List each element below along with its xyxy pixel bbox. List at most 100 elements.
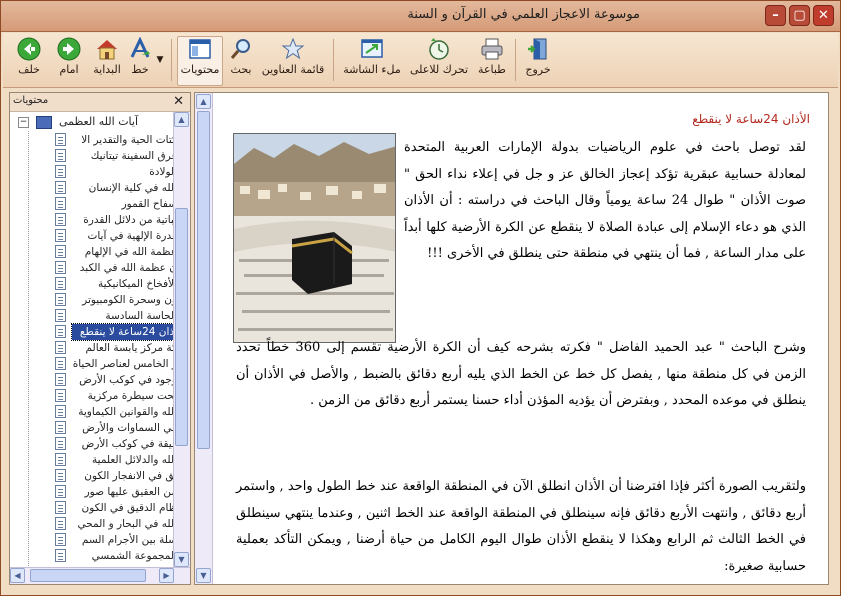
move-up-button[interactable]: تحرك للاعلى — [407, 37, 471, 85]
forward-button[interactable]: امام — [51, 37, 87, 85]
tree-item[interactable]: الله والدلائل العلمية — [52, 452, 174, 468]
contents-pane-header: محتويات ✕ — [10, 93, 190, 112]
scroll-left-arrow-icon[interactable]: ◀ — [10, 568, 25, 583]
page-icon — [55, 293, 66, 306]
tree-item[interactable]: سلة بين الأجرام السم — [52, 532, 174, 548]
contents-vertical-scrollbar[interactable]: ▲ ▼ — [173, 112, 190, 567]
tree-root[interactable]: − آيات الله العظمى — [18, 115, 138, 131]
home-button[interactable]: البداية — [89, 37, 125, 85]
tree-item-label: كة مركز يابسة العالم — [85, 342, 174, 354]
minimize-button[interactable]: – — [765, 5, 786, 26]
search-button[interactable]: بحث — [225, 37, 257, 85]
pane-close-icon[interactable]: ✕ — [173, 94, 184, 109]
tree-root-label: آيات الله العظمى — [59, 115, 139, 128]
tree-item[interactable]: عظمة الله في الإلهام — [52, 244, 174, 260]
print-label: طباعة — [478, 63, 506, 76]
home-icon — [97, 40, 117, 60]
tree-item[interactable]: ر الخامس لعناصر الحياة — [52, 356, 174, 372]
tree-item[interactable]: الأفخاخ الميكانيكية — [52, 276, 174, 292]
home-label: البداية — [93, 63, 121, 76]
kaaba-image — [234, 134, 395, 342]
page-icon — [55, 373, 66, 386]
scroll-thumb[interactable] — [175, 208, 188, 446]
tree-item[interactable]: أذان 24ساعة لا ينقطع — [52, 323, 174, 341]
tree-item-label: الأفخاخ الميكانيكية — [97, 278, 174, 290]
page-icon — [55, 357, 66, 370]
back-button[interactable]: خلف — [11, 37, 47, 85]
tree-item[interactable]: قيقة في كوكب الأرض — [52, 436, 174, 452]
tree-item[interactable]: من العقيق عليها صور — [52, 484, 174, 500]
scroll-thumb[interactable] — [30, 569, 146, 582]
scroll-up-arrow-icon[interactable]: ▲ — [196, 94, 211, 109]
page-icon — [55, 197, 66, 210]
contents-label: محتويات — [180, 63, 220, 76]
toolbar-divider — [171, 39, 172, 81]
search-label: بحث — [230, 63, 252, 76]
scroll-right-arrow-icon[interactable]: ▶ — [159, 568, 174, 583]
page-icon — [55, 261, 66, 274]
print-button[interactable]: طباعة — [475, 37, 509, 85]
move-up-label: تحرك للاعلى — [409, 63, 469, 76]
article-paragraph: وشرح الباحث " عبد الحميد الفاضل " فكرته … — [236, 340, 806, 408]
tree-item-label: غرق السفينة تيتانيك — [90, 150, 174, 162]
close-button[interactable]: ✕ — [813, 5, 834, 26]
font-button[interactable]: خط — [127, 37, 153, 85]
scroll-down-arrow-icon[interactable]: ▼ — [174, 552, 189, 567]
tree-item[interactable]: ن عظمة الله في الكبد — [52, 260, 174, 276]
tree-item-label: الحاسة السادسة — [105, 310, 174, 322]
scroll-up-arrow-icon[interactable]: ▲ — [174, 112, 189, 127]
maximize-button[interactable]: ▢ — [789, 5, 810, 26]
tree-item[interactable]: الله في كلية الإنسان — [52, 180, 174, 196]
scroll-down-arrow-icon[interactable]: ▼ — [196, 568, 211, 583]
exit-button[interactable]: خروج — [521, 37, 555, 85]
title-bar[interactable]: موسوعة الاعجاز العلمي في القرآن و السنة … — [1, 1, 840, 32]
tree-item[interactable]: الله والقوانين الكيماوية — [52, 404, 174, 420]
tree-item[interactable]: ظام الدقيق في الكون — [52, 500, 174, 516]
tree-item[interactable]: سفاح القمور — [52, 196, 174, 212]
article-pane: ▲ ▼ الأذان 24ساعة لا ينقطع لقد توصل باحث… — [194, 92, 829, 585]
page-icon — [55, 405, 66, 418]
tree-item[interactable]: ون وسحرة الكومبيوتر — [52, 292, 174, 308]
back-label: خلف — [18, 63, 40, 76]
tree-item-label: سفاح القمور — [121, 198, 174, 210]
tree-item[interactable]: قدرة الإلهية في آيات — [52, 228, 174, 244]
scroll-thumb[interactable] — [197, 111, 210, 449]
fullscreen-button[interactable]: ملء الشاشة — [341, 37, 403, 85]
tree-item-label: ظام الدقيق في الكون — [81, 502, 174, 514]
page-icon — [55, 165, 66, 178]
titles-list-button[interactable]: قائمة العناوين — [259, 37, 327, 85]
page-icon — [55, 421, 66, 434]
article-vertical-scrollbar[interactable]: ▲ ▼ — [195, 93, 213, 584]
tree-item[interactable]: المجموعة الشمسي — [52, 548, 174, 564]
tree-item[interactable]: الله في البحار و المحي — [52, 516, 174, 532]
tree-item-label: ون وسحرة الكومبيوتر — [82, 294, 174, 306]
tree-item-label: قدرة الإلهية في آيات — [87, 230, 174, 242]
tree-item[interactable]: تباتية من دلائل القدرة — [52, 212, 174, 228]
tree-item[interactable]: وجود في كوكب الأرض — [52, 372, 174, 388]
page-icon — [55, 149, 66, 162]
tree-item[interactable]: كتات الحية والتقدير الا — [52, 132, 174, 148]
tree-item[interactable]: تحت سيطرة مركزية — [52, 388, 174, 404]
contents-pane-title: محتويات — [13, 95, 49, 106]
fullscreen-label: ملء الشاشة — [343, 63, 401, 76]
tree-item-label: الولادة — [149, 166, 174, 178]
tree-item[interactable]: الحاسة السادسة — [52, 308, 174, 324]
fullscreen-icon — [361, 39, 383, 58]
collapse-icon[interactable]: − — [18, 116, 29, 128]
contents-horizontal-scrollbar[interactable]: ◀ ▶ — [10, 567, 190, 584]
tree-item[interactable]: في السماوات والأرض — [52, 420, 174, 436]
toolbar: خلف امام البداية خط ▼ محتويات بحث قائمة … — [3, 33, 838, 88]
tree-item-label: أذان 24ساعة لا ينقطع — [71, 323, 174, 341]
tree-item[interactable]: غرق السفينة تيتانيك — [52, 148, 174, 164]
exit-label: خروج — [525, 63, 551, 76]
contents-button[interactable]: محتويات — [177, 36, 223, 86]
article-paragraph: ولتقريب الصورة أكثر فإذا افترضنا أن الأذ… — [236, 479, 806, 574]
tree-item-label: تحت سيطرة مركزية — [87, 390, 174, 402]
tree-item[interactable]: كة مركز يابسة العالم — [52, 340, 174, 356]
page-icon — [55, 213, 66, 226]
tree-item[interactable]: يق في الانفجار الكون — [52, 468, 174, 484]
page-icon — [55, 133, 66, 146]
page-icon — [55, 549, 66, 562]
font-dropdown-chevron-icon[interactable]: ▼ — [155, 55, 165, 65]
tree-item[interactable]: الولادة — [52, 164, 174, 180]
